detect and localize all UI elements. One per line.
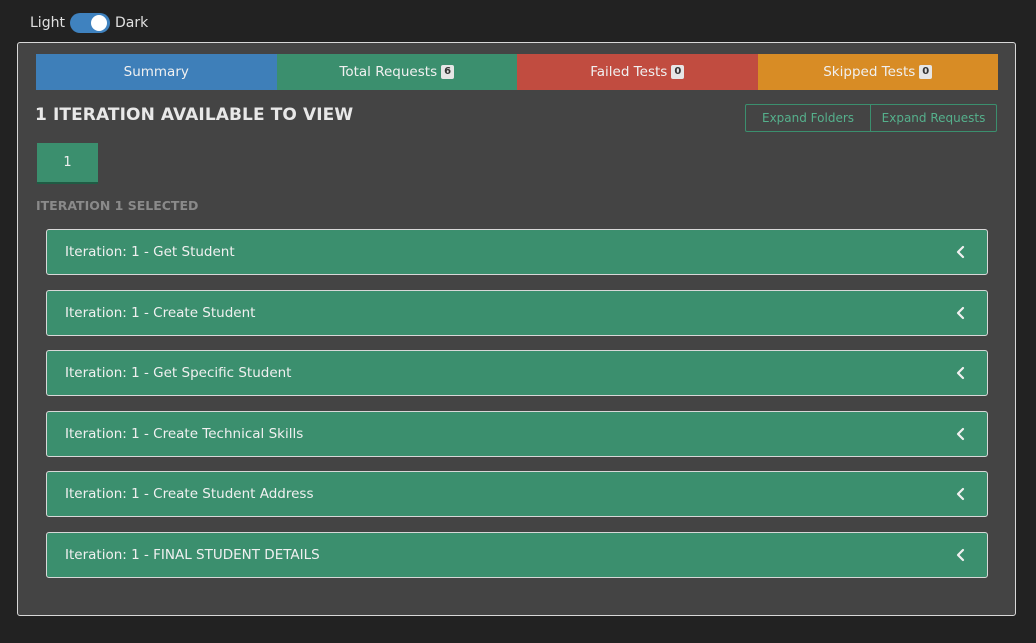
chevron-left-icon bbox=[956, 488, 965, 501]
switch-knob bbox=[90, 15, 107, 31]
total-requests-badge: 6 bbox=[441, 65, 455, 79]
dark-label: Dark bbox=[114, 15, 149, 31]
chevron-left-icon bbox=[956, 245, 965, 259]
chevron-left-icon bbox=[956, 427, 965, 440]
request-label: Iteration: 1 - Create Technical Skills bbox=[65, 425, 304, 442]
iteration-tab-1[interactable]: 1 bbox=[37, 143, 98, 184]
tab-skipped-tests[interactable]: Skipped Tests 0 bbox=[757, 54, 998, 90]
request-item[interactable]: Iteration: 1 - FINAL STUDENT DETAILS bbox=[46, 531, 988, 578]
expand-requests-button[interactable]: Expand Requests bbox=[871, 104, 997, 132]
theme-toggle: Light Dark bbox=[30, 12, 148, 34]
expand-folders-button[interactable]: Expand Folders bbox=[745, 104, 871, 132]
report-card: Summary Total Requests 6 Failed Tests 0 … bbox=[17, 42, 1016, 616]
chevron-left-icon bbox=[956, 367, 965, 380]
request-label: Iteration: 1 - Get Specific Student bbox=[65, 365, 292, 382]
skipped-tests-badge: 0 bbox=[919, 65, 933, 79]
request-item[interactable]: Iteration: 1 - Create Technical Skills bbox=[46, 410, 988, 457]
request-label: Iteration: 1 - Create Student bbox=[65, 304, 256, 321]
request-label: Iteration: 1 - Get Student bbox=[65, 244, 235, 260]
request-item[interactable]: Iteration: 1 - Get Student bbox=[46, 229, 988, 275]
request-label: Iteration: 1 - FINAL STUDENT DETAILS bbox=[65, 546, 320, 563]
light-label: Light bbox=[30, 15, 65, 31]
request-item[interactable]: Iteration: 1 - Create Student bbox=[46, 289, 988, 336]
tab-skipped-tests-label: Skipped Tests bbox=[823, 64, 916, 80]
request-label: Iteration: 1 - Create Student Address bbox=[65, 486, 314, 503]
tab-total-requests-label: Total Requests bbox=[339, 64, 438, 80]
request-item[interactable]: Iteration: 1 - Get Specific Student bbox=[46, 350, 988, 397]
tab-failed-tests-label: Failed Tests bbox=[590, 64, 668, 80]
page-title: 1 ITERATION AVAILABLE TO VIEW bbox=[35, 105, 354, 125]
chevron-left-icon bbox=[956, 306, 965, 319]
failed-tests-badge: 0 bbox=[671, 65, 685, 79]
tab-summary-label: Summary bbox=[123, 64, 189, 80]
tab-total-requests[interactable]: Total Requests 6 bbox=[276, 54, 517, 90]
theme-switch[interactable] bbox=[69, 13, 110, 33]
request-list: Iteration: 1 - Get Student Iteration: 1 … bbox=[46, 229, 988, 593]
expand-button-group: Expand Folders Expand Requests bbox=[745, 104, 997, 132]
summary-tabs: Summary Total Requests 6 Failed Tests 0 … bbox=[36, 54, 998, 90]
request-item[interactable]: Iteration: 1 - Create Student Address bbox=[46, 471, 988, 518]
chevron-left-icon bbox=[956, 548, 965, 562]
tab-failed-tests[interactable]: Failed Tests 0 bbox=[517, 54, 758, 90]
iteration-selected-label: ITERATION 1 SELECTED bbox=[36, 198, 199, 213]
tab-summary[interactable]: Summary bbox=[36, 54, 277, 90]
